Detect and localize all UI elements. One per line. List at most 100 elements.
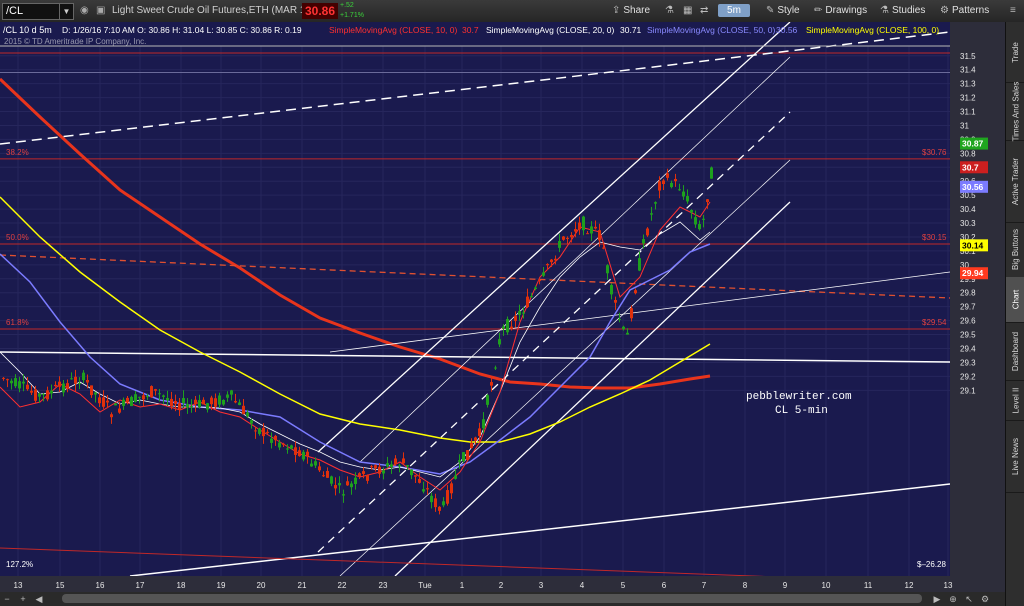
y-tick-label: 30.4 — [960, 205, 976, 214]
candle-body — [10, 380, 13, 384]
style-button[interactable]: ✎ Style — [766, 0, 800, 22]
candle-body — [362, 471, 365, 474]
tab-trade[interactable]: Trade — [1006, 22, 1024, 83]
candle-body — [18, 381, 21, 389]
candle-body — [370, 466, 373, 468]
candle-body — [254, 430, 257, 432]
candle-body — [690, 210, 693, 213]
candle-body — [346, 481, 349, 486]
menu-icon: ≡ — [1010, 5, 1016, 16]
flask-button[interactable]: ⚗ — [665, 0, 677, 22]
candle-body — [558, 241, 561, 248]
candle-body — [278, 442, 281, 448]
candle-body — [282, 443, 285, 445]
candle-body — [398, 465, 401, 467]
candle-body — [538, 280, 541, 282]
drawings-button[interactable]: ✏ Drawings — [814, 0, 867, 22]
zoom-out-icon[interactable]: − — [0, 592, 14, 606]
candle-body — [482, 419, 485, 429]
zoom-in-icon[interactable]: + — [16, 592, 30, 606]
horizontal-scrollbar[interactable]: − + ◀ ▶ ⊕ ↖ ⚙ — [0, 592, 1005, 606]
candle-body — [78, 383, 81, 385]
candle-body — [570, 234, 573, 238]
x-tick-label: 15 — [56, 581, 65, 590]
candle-body — [234, 401, 237, 403]
candle-body — [54, 384, 57, 387]
tab-label: Times And Sales — [1011, 81, 1021, 141]
candle-body — [622, 326, 625, 330]
x-tick-label: 8 — [743, 581, 748, 590]
candle-body — [390, 464, 393, 467]
chevron-down-icon[interactable]: ▼ — [59, 4, 73, 19]
sma-50-label: SimpleMovingAvg (CLOSE, 50, 0) — [647, 25, 776, 35]
candle-body — [686, 196, 689, 202]
candle-body — [586, 233, 589, 235]
x-tick-label: 10 — [822, 581, 831, 590]
scroll-right-icon[interactable]: ▶ — [930, 592, 944, 606]
sma-10-label: SimpleMovingAvg (CLOSE, 10, 0) — [329, 25, 458, 35]
candle-body — [386, 463, 389, 467]
candle-body — [230, 390, 233, 395]
scroll-thumb[interactable] — [62, 594, 922, 603]
y-tick-label: 31.2 — [960, 94, 976, 103]
candle-body — [578, 222, 581, 230]
candle-body — [22, 381, 25, 384]
studies-button[interactable]: ⚗ Studies — [880, 0, 925, 22]
patterns-button[interactable]: ⚙ Patterns — [940, 0, 989, 22]
tab-live-news[interactable]: Live News — [1006, 420, 1024, 493]
x-tick-label: 4 — [580, 581, 585, 590]
candle-body — [226, 394, 229, 398]
tab-times-and-sales[interactable]: Times And Sales — [1006, 81, 1024, 141]
share-button[interactable]: ⇪ Share — [612, 0, 650, 22]
x-tick-label: 21 — [298, 581, 307, 590]
fib-right-label: $29.54 — [922, 318, 947, 327]
cursor-icon[interactable]: ↖ — [962, 592, 976, 606]
symbol-text: /CL — [6, 5, 24, 17]
symbol-selector[interactable]: /CL ▼ — [2, 3, 74, 20]
x-tick-label: 3 — [539, 581, 544, 590]
candle-body — [450, 483, 453, 494]
timeframe-button[interactable]: 5m — [718, 4, 750, 17]
candle-body — [274, 435, 277, 441]
candle-body — [490, 382, 493, 386]
candle-body — [98, 397, 101, 404]
lock-icon[interactable]: ▣ — [96, 0, 105, 22]
candle-body — [518, 311, 521, 315]
candle-body — [366, 475, 369, 481]
calendar-button[interactable]: ▦ — [683, 0, 695, 22]
candle-body — [634, 290, 637, 294]
candle-body — [618, 318, 621, 320]
zoom-reset-icon[interactable]: ⊕ — [946, 592, 960, 606]
y-tick-label: 29.3 — [960, 358, 976, 367]
candle-body — [694, 217, 697, 225]
candle-body — [598, 230, 601, 241]
candle-body — [302, 451, 305, 460]
candle-body — [146, 395, 149, 398]
tab-active-trader[interactable]: Active Trader — [1006, 140, 1024, 223]
tab-chart[interactable]: Chart — [1006, 277, 1024, 323]
settings-icon[interactable]: ⚙ — [978, 592, 992, 606]
info-icon[interactable]: ◉ — [80, 0, 89, 22]
candle-body — [526, 296, 529, 308]
tab-big-buttons[interactable]: Big Buttons — [1006, 222, 1024, 278]
x-tick-label: 6 — [662, 581, 667, 590]
tab-level-ii[interactable]: Level II — [1006, 380, 1024, 421]
candle-body — [126, 397, 129, 402]
scroll-left-icon[interactable]: ◀ — [32, 592, 46, 606]
candle-body — [374, 465, 377, 469]
compare-button[interactable]: ⇄ — [700, 0, 711, 22]
candle-body — [434, 498, 437, 508]
style-label: Style — [777, 5, 800, 16]
candle-body — [46, 390, 49, 400]
candle-body — [262, 427, 265, 437]
patterns-icon: ⚙ — [940, 5, 949, 16]
candle-body — [322, 475, 325, 477]
tab-dashboard[interactable]: Dashboard — [1006, 322, 1024, 381]
fib-left-label: 127.2% — [6, 560, 33, 569]
price-chart[interactable]: 38.2% $30.76 50.0% $30.15 61.8% $29.54 127.2% $… — [0, 22, 1005, 592]
candle-body — [678, 189, 681, 191]
fib-left-label: 61.8% — [6, 318, 29, 327]
menu-button[interactable]: ≡ — [1010, 0, 1019, 22]
drawings-label: Drawings — [825, 5, 868, 16]
candle-body — [170, 398, 173, 407]
